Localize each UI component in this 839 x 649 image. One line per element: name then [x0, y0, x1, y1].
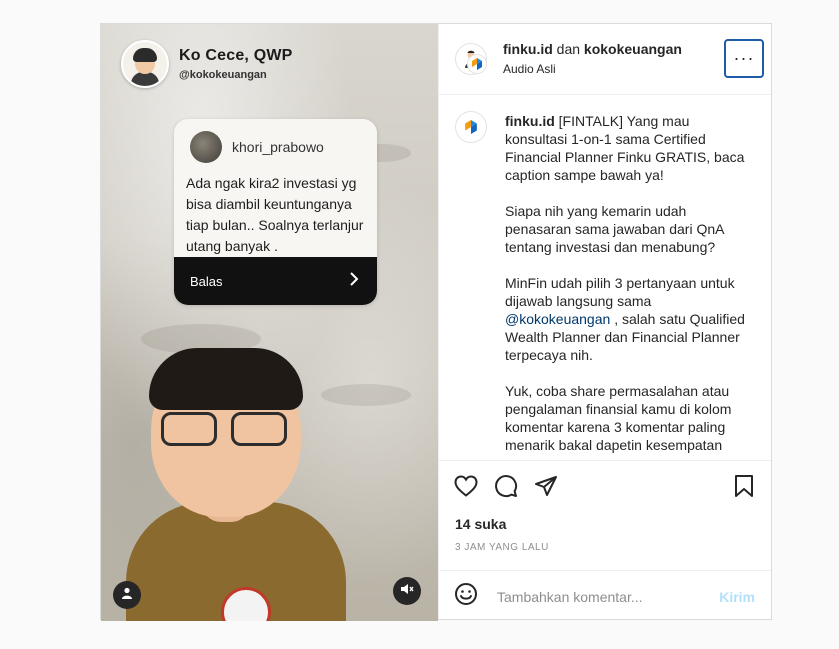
host-handle: @kokokeuangan [179, 69, 267, 81]
post-accounts: finku.id dan kokokeuangan [503, 41, 682, 57]
post-actions: 14 suka 3 JAM YANG LALU [439, 460, 771, 571]
emoji-button[interactable] [453, 582, 479, 611]
save-button[interactable] [731, 474, 757, 503]
post-comment-button[interactable]: Kirim [719, 589, 755, 605]
person-icon [121, 586, 133, 604]
asker-avatar [190, 131, 222, 163]
like-count[interactable]: 14 suka [455, 516, 506, 532]
asker-username: khori_prabowo [232, 139, 324, 155]
comment-button[interactable] [493, 474, 519, 503]
speaker-muted-icon [400, 582, 414, 600]
tagged-users-button[interactable] [113, 581, 141, 609]
caption-author[interactable]: finku.id [505, 113, 555, 129]
emoji-icon [454, 582, 478, 611]
caption-paragraph-3: MinFin udah pilih 3 pertanyaan untuk dij… [505, 275, 739, 309]
more-icon: ··· [733, 48, 755, 68]
bookmark-icon [734, 474, 754, 503]
caption-mention[interactable]: @kokokeuangan [505, 311, 610, 327]
speaker-figure [126, 348, 346, 621]
more-options-button[interactable]: ··· [724, 39, 764, 78]
post-header: finku.id dan kokokeuangan Audio Asli ··· [439, 24, 771, 95]
post-timestamp[interactable]: 3 JAM YANG LALU [455, 542, 549, 553]
caption-author-avatar[interactable] [455, 111, 487, 143]
share-button[interactable] [533, 475, 559, 501]
caption-paragraph-4: Yuk, coba share permasalahan atau pengal… [505, 383, 736, 453]
video-host: Ko Cece, QWP @kokokeuangan [121, 40, 293, 88]
question-reply-bar: Balas [174, 257, 377, 305]
mute-button[interactable] [393, 577, 421, 605]
author-username[interactable]: finku.id [503, 41, 553, 57]
comment-input[interactable] [495, 587, 720, 606]
caption-text: finku.id [FINTALK] Yang mau konsultasi 1… [505, 112, 751, 454]
reply-label: Balas [190, 273, 223, 289]
question-sticker: khori_prabowo Ada ngak kira2 investasi y… [174, 119, 377, 305]
post-details-panel: finku.id dan kokokeuangan Audio Asli ···… [438, 24, 771, 619]
heart-icon [454, 474, 478, 502]
question-text: Ada ngak kira2 investasi yg bisa diambil… [186, 175, 364, 254]
caption-paragraph-2: Siapa nih yang kemarin udah penasaran sa… [505, 203, 728, 255]
reel-video[interactable]: Ko Cece, QWP @kokokeuangan khori_prabowo… [101, 24, 438, 621]
accounts-joiner: dan [556, 41, 581, 57]
chevron-right-icon [349, 271, 359, 291]
audio-label[interactable]: Audio Asli [503, 62, 556, 76]
caption-section: finku.id [FINTALK] Yang mau konsultasi 1… [439, 95, 771, 460]
collaborator-username[interactable]: kokokeuangan [584, 41, 682, 57]
post-dialog: Ko Cece, QWP @kokokeuangan khori_prabowo… [100, 23, 772, 621]
comment-icon [494, 474, 518, 503]
host-name: Ko Cece, QWP [179, 47, 293, 64]
share-icon [534, 475, 558, 502]
like-button[interactable] [453, 474, 479, 502]
comment-composer: Kirim [439, 570, 771, 622]
host-avatar [121, 40, 169, 88]
collaborator-avatar[interactable] [467, 54, 487, 74]
